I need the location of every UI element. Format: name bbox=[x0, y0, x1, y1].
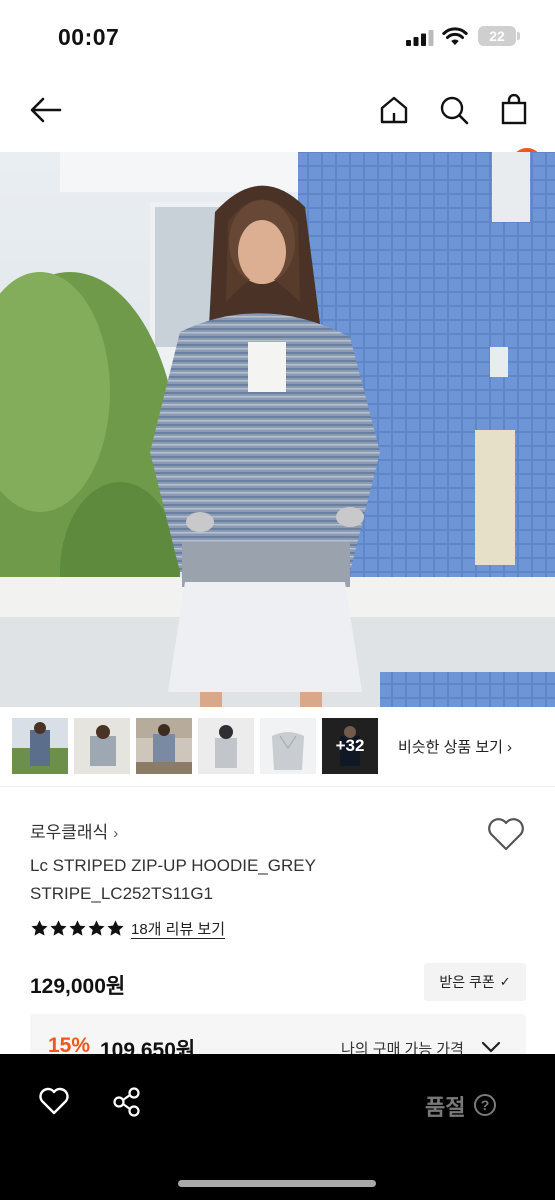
product-name-line-1: Lc STRIPED ZIP-UP HOODIE_GREY bbox=[30, 856, 316, 875]
product-name: Lc STRIPED ZIP-UP HOODIE_GREY STRIPE_LC2… bbox=[30, 852, 430, 908]
status-bar: 00:07 22 bbox=[0, 0, 555, 72]
help-circle-icon[interactable]: ? bbox=[474, 1094, 496, 1116]
thumbnail-3[interactable] bbox=[136, 718, 192, 774]
home-icon bbox=[380, 96, 408, 124]
thumbnail-more[interactable]: +32 bbox=[322, 718, 378, 774]
soldout-label: 품절 bbox=[425, 1095, 466, 1120]
bottom-action-bar: 품절 ? bbox=[0, 1054, 555, 1200]
star-icon bbox=[88, 919, 105, 936]
battery-cap bbox=[517, 32, 520, 40]
chevron-down-icon bbox=[481, 1041, 501, 1053]
star-icon bbox=[31, 919, 48, 936]
battery-icon: 22 bbox=[478, 26, 516, 46]
wishlist-button[interactable] bbox=[486, 816, 526, 852]
review-link[interactable]: 18개 리뷰 보기 bbox=[131, 918, 225, 939]
home-indicator bbox=[178, 1180, 376, 1187]
shopping-bag-icon bbox=[501, 94, 527, 125]
chevron-right-icon: › bbox=[113, 825, 119, 842]
share-button[interactable] bbox=[112, 1086, 142, 1118]
star-rating bbox=[30, 919, 125, 938]
thumbnail-5[interactable] bbox=[260, 718, 316, 774]
signal-icon bbox=[406, 30, 434, 46]
top-nav: 36 bbox=[0, 72, 555, 180]
star-icon bbox=[50, 919, 67, 936]
search-icon bbox=[440, 96, 469, 125]
heart-outline-icon bbox=[488, 818, 524, 851]
status-time: 00:07 bbox=[58, 24, 120, 50]
wifi-icon bbox=[442, 27, 468, 45]
similar-products-link[interactable]: 비슷한 상품 보기 › bbox=[398, 736, 512, 757]
heart-outline-icon bbox=[39, 1087, 69, 1115]
product-main-image[interactable] bbox=[0, 152, 555, 707]
thumbnail-4[interactable] bbox=[198, 718, 254, 774]
product-photo bbox=[0, 152, 555, 707]
thumbnail-2[interactable] bbox=[74, 718, 130, 774]
brand-name: 로우클래식 bbox=[30, 823, 109, 842]
section-divider bbox=[0, 786, 555, 787]
cart-button[interactable] bbox=[494, 90, 534, 130]
coupon-label: 받은 쿠폰 bbox=[439, 974, 495, 990]
star-icon bbox=[107, 919, 124, 936]
product-name-line-2: STRIPE_LC252TS11G1 bbox=[30, 884, 213, 903]
back-arrow-icon bbox=[30, 97, 62, 123]
rating-row: 18개 리뷰 보기 bbox=[30, 916, 225, 940]
original-price: 129,000원 bbox=[30, 975, 126, 998]
like-button[interactable] bbox=[38, 1086, 70, 1116]
similar-products-label: 비슷한 상품 보기 bbox=[398, 739, 503, 756]
more-images-count: +32 bbox=[322, 718, 378, 774]
search-button[interactable] bbox=[434, 90, 474, 130]
check-icon: ✓ bbox=[499, 974, 511, 989]
thumbnail-strip: +32 비슷한 상품 보기 › bbox=[0, 716, 555, 776]
chevron-right-icon: › bbox=[506, 739, 512, 756]
back-button[interactable] bbox=[26, 90, 66, 130]
brand-link[interactable]: 로우클래식 › bbox=[30, 818, 118, 843]
thumbnail-1[interactable] bbox=[12, 718, 68, 774]
coupon-button[interactable]: 받은 쿠폰 ✓ bbox=[424, 963, 526, 1001]
star-icon bbox=[69, 919, 86, 936]
home-button[interactable] bbox=[374, 90, 414, 130]
share-icon bbox=[113, 1087, 140, 1117]
